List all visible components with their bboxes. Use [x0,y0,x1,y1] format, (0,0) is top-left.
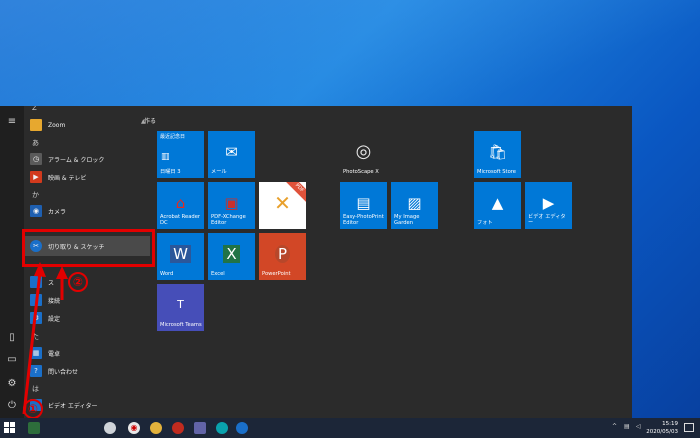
step-1-marker: ① [23,399,43,419]
edge-icon[interactable] [236,422,248,434]
annotation-arrows [22,262,68,415]
network-icon[interactable]: ▤ [624,423,630,430]
windows-start-icon[interactable] [4,422,16,434]
app-taskbar-icon[interactable] [216,422,228,434]
clock-date: 2020/05/03 [646,429,678,435]
opera-icon[interactable] [172,422,184,434]
arrow-2-head [56,266,68,279]
teams-taskbar-icon[interactable] [194,422,206,434]
volume-icon[interactable]: ◁ [636,423,641,430]
notification-icon[interactable] [684,423,694,432]
chrome-icon[interactable] [150,422,162,434]
pen-icon[interactable] [104,422,116,434]
snip-taskbar-icon[interactable] [28,422,40,434]
taskbar: ◉ ^ ▤ ◁ 15:19 2020/05/03 [0,418,700,438]
photoscape-taskbar-icon[interactable]: ◉ [128,422,140,434]
tray-chevron-icon[interactable]: ^ [612,423,617,430]
clock-time: 15:19 [662,421,678,427]
step-2-marker: ② [68,272,88,292]
arrow-1-head [34,262,46,277]
taskbar-clock[interactable]: 15:19 2020/05/03 [646,420,678,436]
arrow-1-line [22,271,42,415]
